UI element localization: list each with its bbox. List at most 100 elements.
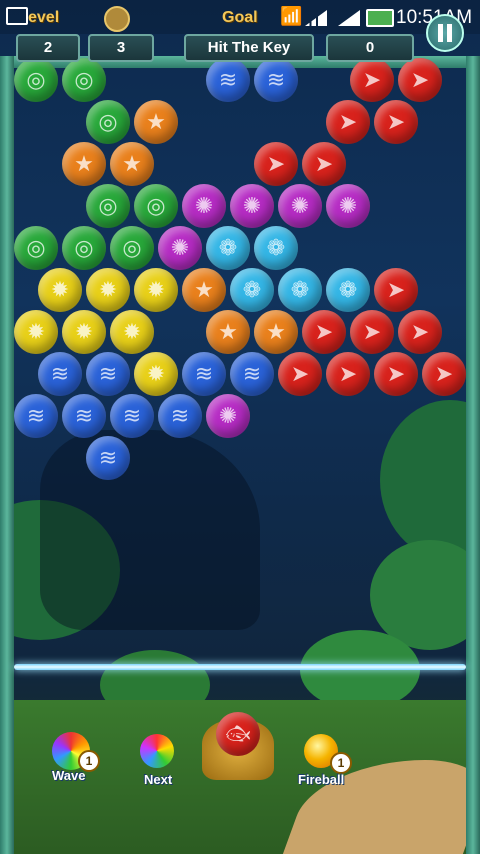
green-bubble: ◎ [86,184,130,228]
cyan-bubble: ❁ [326,268,370,312]
next-bubble-icon [140,734,174,768]
clam-icon: ≋ [266,67,286,92]
fireball-label: Fireball [298,772,345,787]
fish-icon: ➤ [362,67,382,92]
purple-bubble: ✺ [206,394,250,438]
red-bubble: ➤ [374,100,418,144]
next-bubble-button[interactable]: Next [136,732,182,787]
red-bubble: ➤ [302,310,346,354]
fish-icon: ➤ [314,319,334,344]
wave-powerup-button[interactable]: 1 Wave [48,728,100,783]
signal-icon [305,10,327,26]
shell-icon: ◎ [74,67,94,92]
yellow-bubble: ✹ [86,268,130,312]
level-label: evel [28,9,60,26]
goal-text: Hit The Key [184,34,314,62]
crab-icon: ✹ [50,277,70,302]
coins-value: 3 [88,34,154,62]
goal-label: Goal [222,9,258,26]
crab-icon: ✹ [122,319,142,344]
scallop-icon: ❁ [266,235,286,260]
pause-icon [438,24,452,42]
fish-icon: ➤ [362,319,382,344]
clam-icon: ≋ [50,361,70,386]
pause-button[interactable] [426,14,464,52]
urchin-icon: ✺ [290,193,310,218]
clam-icon: ≋ [218,67,238,92]
scallop-icon: ❁ [338,277,358,302]
starfish-icon: ★ [194,277,214,302]
yellow-bubble: ✹ [62,310,106,354]
fireball-powerup-button[interactable]: 1 Fireball [296,730,352,787]
purple-bubble: ✺ [326,184,370,228]
blue-bubble: ≋ [38,352,82,396]
blue-bubble: ≋ [230,352,274,396]
crab-icon: ✹ [26,319,46,344]
fish-icon: ➤ [314,151,334,176]
blue-bubble: ≋ [110,394,154,438]
clam-icon: ≋ [98,445,118,470]
fish-icon: ➤ [266,151,286,176]
starfish-icon: ★ [266,319,286,344]
blue-bubble: ≋ [254,58,298,102]
status-bar: evel Goal 📶 10:51AM [0,0,480,34]
yellow-bubble: ✹ [110,310,154,354]
green-bubble: ◎ [14,226,58,270]
wave-label: Wave [52,768,86,783]
red-bubble: ➤ [326,100,370,144]
purple-bubble: ✺ [278,184,322,228]
orange-bubble: ★ [254,310,298,354]
red-bubble: ➤ [302,142,346,186]
red-bubble: ➤ [422,352,466,396]
shooter-cannon[interactable]: 🐟︎ [196,690,280,786]
image-icon [6,7,28,25]
orange-bubble: ★ [182,268,226,312]
urchin-icon: ✺ [170,235,190,260]
clam-icon: ≋ [122,403,142,428]
urchin-icon: ✺ [242,193,262,218]
wifi-icon: 📶 [280,6,303,26]
fireball-count-badge: 1 [330,752,352,774]
green-bubble: ◎ [14,58,58,102]
fish-icon: ➤ [410,319,430,344]
fish-icon: ➤ [434,361,454,386]
shell-icon: ◎ [146,193,166,218]
fish-icon: ➤ [386,277,406,302]
green-bubble: ◎ [134,184,178,228]
starfish-icon: ★ [122,151,142,176]
game-screen[interactable]: ◎ ◎ ≋ ≋ ➤ ➤ ◎ ★ ➤ ➤ ★ ★ ➤ ➤ ◎ ◎ ✺ ✺ ✺ ✺ ◎ ◎ ◎ ✺ ❁ ❁ ✹ ✹ ✹ ★ ❁ ❁ ❁ ➤ ✹ ✹ ✹ ★ ★ ➤… [0,0,480,854]
blue-bubble: ≋ [86,436,130,480]
fish-icon: ➤ [386,109,406,134]
red-bubble: ➤ [254,142,298,186]
red-bubble: ➤ [350,58,394,102]
green-bubble: ◎ [62,58,106,102]
crab-icon: ✹ [74,319,94,344]
purple-bubble: ✺ [230,184,274,228]
clam-icon: ≋ [74,403,94,428]
fish-icon: ➤ [386,361,406,386]
blue-bubble: ≋ [158,394,202,438]
yellow-bubble: ✹ [134,268,178,312]
blue-bubble: ≋ [182,352,226,396]
battery-icon [366,9,394,27]
shell-icon: ◎ [26,235,46,260]
score-value: 0 [326,34,414,62]
red-bubble: ➤ [374,268,418,312]
cyan-bubble: ❁ [254,226,298,270]
starfish-icon: ★ [74,151,94,176]
purple-bubble: ✺ [158,226,202,270]
bubble-field[interactable]: ◎ ◎ ≋ ≋ ➤ ➤ ◎ ★ ➤ ➤ ★ ★ ➤ ➤ ◎ ◎ ✺ ✺ ✺ ✺ ◎ ◎ ◎ ✺ ❁ ❁ ✹ ✹ ✹ ★ ❁ ❁ ❁ ➤ ✹ ✹ ✹ ★ ★ ➤… [0,0,480,480]
shell-icon: ◎ [122,235,142,260]
fish-icon: 🐟︎ [225,723,251,745]
green-bubble: ◎ [62,226,106,270]
loaded-bubble: 🐟︎ [216,712,260,756]
orange-bubble: ★ [62,142,106,186]
starfish-icon: ★ [218,319,238,344]
red-bubble: ➤ [398,58,442,102]
orange-bubble: ★ [206,310,250,354]
scallop-icon: ❁ [218,235,238,260]
fish-icon: ➤ [410,67,430,92]
urchin-icon: ✺ [338,193,358,218]
clam-icon: ≋ [242,361,262,386]
scallop-icon: ❁ [242,277,262,302]
